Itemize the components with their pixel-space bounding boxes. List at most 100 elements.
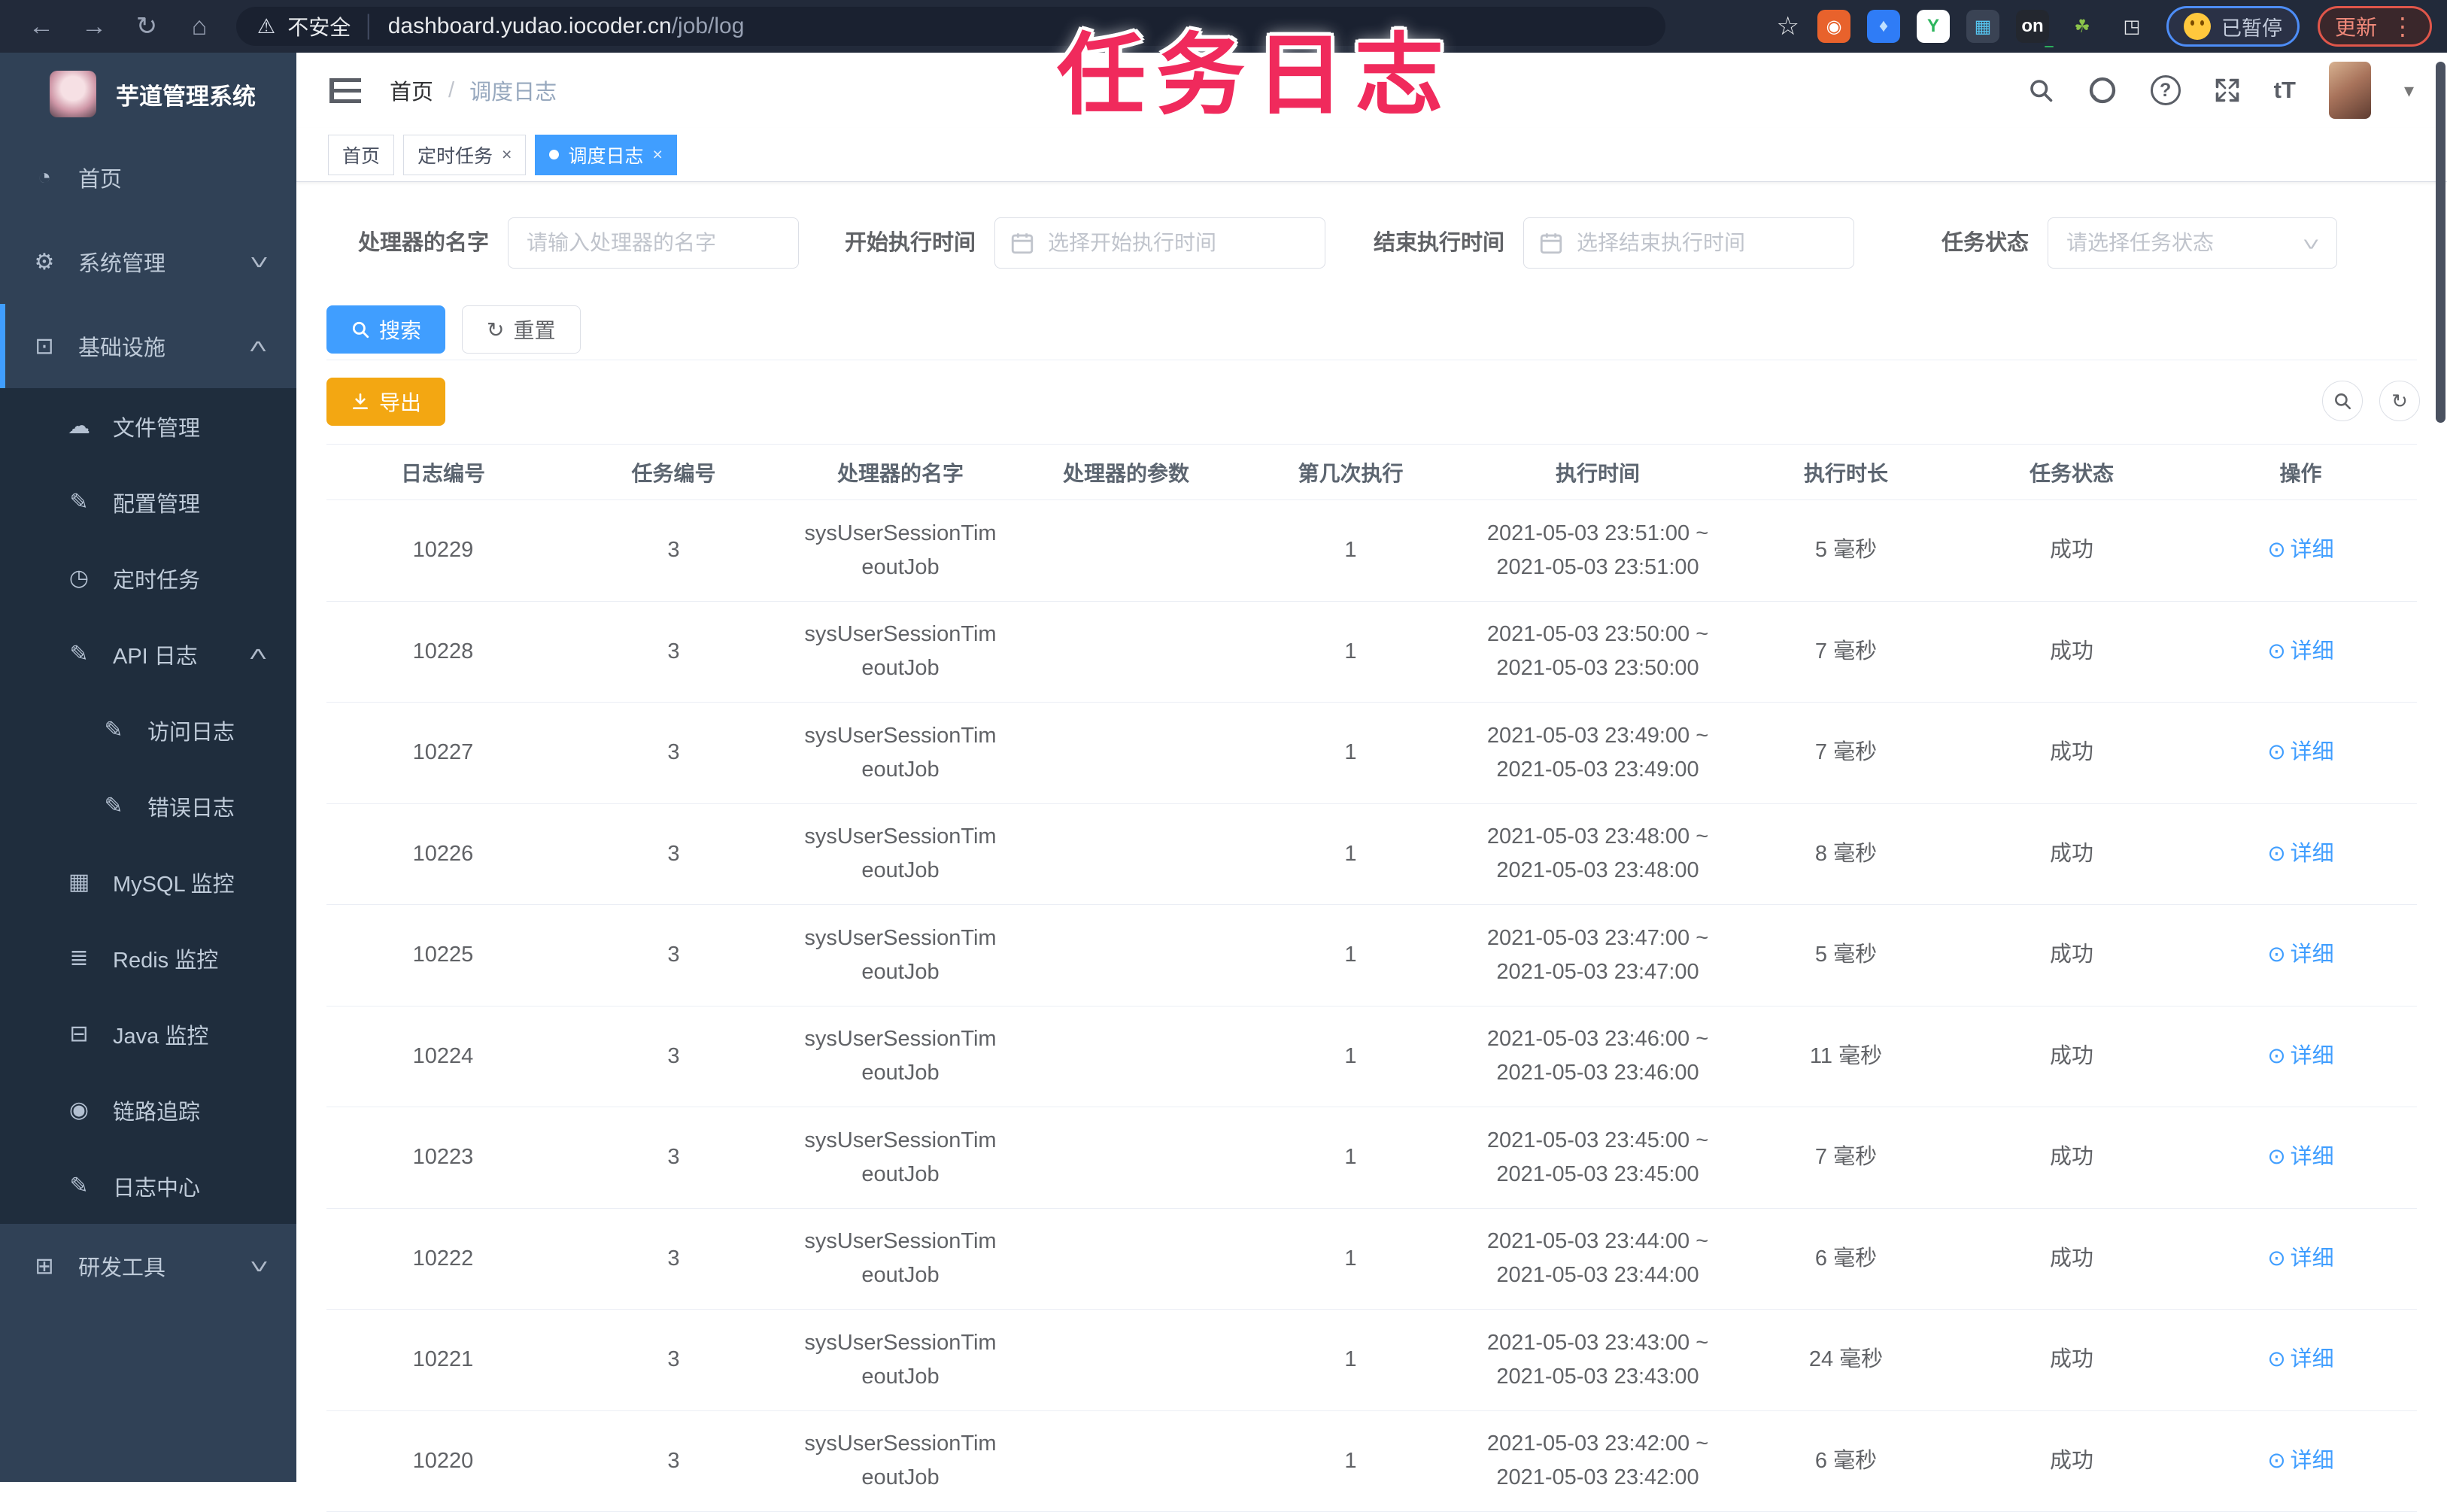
detail-link[interactable]: ⊙详细 — [2267, 1140, 2333, 1174]
duration-cell: 5 毫秒 — [1733, 938, 1959, 972]
avatar-caret-icon[interactable]: ▾ — [2404, 79, 2414, 102]
grid-extension-icon[interactable]: ▦ — [1966, 10, 1999, 43]
log-id-cell: 10226 — [326, 837, 560, 871]
sidebar-item-redis[interactable]: ≣ Redis 监控 — [0, 920, 296, 996]
actions-cell: ⊙详细 — [2184, 635, 2417, 669]
paused-extension-badge[interactable]: 已暂停 — [2166, 6, 2300, 47]
browser-forward-icon[interactable]: → — [68, 12, 120, 41]
refresh-tool-button[interactable]: ↻ — [2379, 381, 2420, 421]
detail-link[interactable]: ⊙详细 — [2267, 1242, 2333, 1276]
page-scrollbar-thumb[interactable] — [2436, 62, 2445, 423]
browser-home-icon[interactable]: ⌂ — [173, 12, 226, 41]
search-button[interactable]: 搜索 — [326, 305, 445, 354]
tab-close-icon[interactable]: × — [502, 144, 512, 165]
tab-job[interactable]: 定时任务× — [403, 135, 526, 175]
detail-link[interactable]: ⊙详细 — [2267, 1040, 2333, 1073]
redis-monitor-icon: ≣ — [65, 945, 93, 971]
status-cell: 成功 — [1959, 1040, 2184, 1073]
end-time-label: 结束执行时间 — [1374, 217, 1504, 269]
sidebar-item-label: Redis 监控 — [113, 943, 218, 974]
detail-link-label: 详细 — [2291, 533, 2334, 567]
execute-time-cell: 2021-05-03 23:49:00 ~2021-05-03 23:49:00 — [1462, 719, 1733, 787]
help-icon[interactable]: ? — [2151, 75, 2181, 105]
detail-link[interactable]: ⊙详细 — [2267, 938, 2333, 972]
sidebar-item-mysql[interactable]: ▦MySQL 监控 — [0, 844, 296, 920]
detail-link[interactable]: ⊙详细 — [2267, 635, 2333, 669]
log-id-cell: 10228 — [326, 635, 560, 669]
handler-name-cell: sysUserSessionTimeoutJob — [788, 1225, 1013, 1292]
log-id-cell: 10223 — [326, 1140, 560, 1174]
sidebar-item-file[interactable]: ☁文件管理 — [0, 388, 296, 464]
hamburger-icon[interactable] — [329, 78, 361, 103]
job-id-cell: 3 — [560, 938, 788, 972]
tab-job-log[interactable]: 调度日志× — [535, 135, 676, 175]
font-size-icon[interactable]: tT — [2274, 77, 2296, 104]
search-icon[interactable] — [2027, 77, 2054, 104]
lamp-extension-icon[interactable]: ♦ — [1867, 10, 1900, 43]
end-time-input[interactable] — [1523, 217, 1854, 269]
handler-name-input[interactable] — [508, 217, 799, 269]
shield-extension-icon[interactable]: ◉ — [1817, 10, 1850, 43]
export-button[interactable]: 导出 — [326, 378, 445, 426]
sidebar-item-label: 配置管理 — [113, 487, 200, 518]
bookmark-star-icon[interactable]: ☆ — [1777, 11, 1799, 41]
sidebar-item-dev-tools[interactable]: ⊞研发工具> — [0, 1224, 296, 1308]
browser-reload-icon[interactable]: ↻ — [120, 11, 173, 41]
detail-link[interactable]: ⊙详细 — [2267, 533, 2333, 567]
tab-home[interactable]: 首页 — [328, 135, 394, 175]
detail-link[interactable]: ⊙详细 — [2267, 1343, 2333, 1377]
on-switch-extension-icon[interactable]: on — [2016, 10, 2049, 43]
sidebar-item-job[interactable]: ◷定时任务 — [0, 540, 296, 616]
browser-update-button[interactable]: 更新 ⋮ — [2318, 6, 2432, 47]
sidebar-logo-row[interactable]: 芋道管理系统 — [0, 53, 296, 135]
filter-form: 处理器的名字 开始执行时间 结束执行时间 任务状态 > — [326, 217, 2417, 269]
detail-link[interactable]: ⊙详细 — [2267, 1444, 2333, 1478]
sidebar-item-error-log[interactable]: ✎错误日志 — [0, 768, 296, 844]
fullscreen-icon[interactable] — [2214, 77, 2241, 104]
chevron-down-icon: > — [241, 1260, 277, 1272]
sidebar-item-access-log[interactable]: ✎访问日志 — [0, 692, 296, 768]
calendar-icon — [1538, 230, 1564, 256]
detail-link[interactable]: ⊙详细 — [2267, 837, 2333, 871]
breadcrumb-home[interactable]: 首页 — [390, 74, 433, 106]
sidebar-item-trace[interactable]: ◉链路追踪 — [0, 1072, 296, 1148]
sidebar-item-system[interactable]: ⚙系统管理> — [0, 220, 296, 304]
insecure-warning-icon[interactable]: ⚠ — [257, 15, 275, 38]
user-avatar[interactable] — [2329, 62, 2371, 119]
sidebar-item-java[interactable]: ⊟Java 监控 — [0, 996, 296, 1072]
execute-time-cell: 2021-05-03 23:47:00 ~2021-05-03 23:47:00 — [1462, 921, 1733, 989]
job-id-cell: 3 — [560, 1444, 788, 1478]
begin-time-input[interactable] — [994, 217, 1325, 269]
toggle-search-tool-button[interactable] — [2322, 381, 2363, 421]
sidebar-item-infra[interactable]: ⊡基础设施> — [0, 304, 296, 388]
eye-icon: ⊙ — [2267, 938, 2285, 972]
execute-time-cell: 2021-05-03 23:43:00 ~2021-05-03 23:43:00 — [1462, 1326, 1733, 1394]
sidebar-item-label: 首页 — [78, 162, 122, 193]
annotation-task-log: 任务日志 — [1057, 3, 1454, 132]
github-icon[interactable] — [2087, 75, 2118, 105]
browser-back-icon[interactable]: ← — [15, 12, 68, 41]
duration-cell: 7 毫秒 — [1733, 635, 1959, 669]
leaf-extension-icon[interactable]: ☘ — [2066, 10, 2099, 43]
column-header-handler-name: 处理器的名字 — [788, 457, 1013, 487]
execute-index-cell: 1 — [1239, 837, 1462, 871]
sidebar-item-home[interactable]: ◔首页 — [0, 135, 296, 220]
tab-close-icon[interactable]: × — [652, 144, 662, 165]
detail-link[interactable]: ⊙详细 — [2267, 736, 2333, 770]
sidebar-item-log-center[interactable]: ✎日志中心 — [0, 1148, 296, 1224]
refresh-icon: ↻ — [487, 317, 504, 342]
chevron-down-icon: > — [2294, 238, 2327, 250]
sidebar-item-config[interactable]: ✎配置管理 — [0, 464, 296, 540]
eye-icon: ◉ — [65, 1097, 93, 1123]
execute-index-cell: 1 — [1239, 533, 1462, 567]
puzzle-extension-icon[interactable]: ◳ — [2115, 10, 2148, 43]
green-y-extension-icon[interactable]: Y — [1917, 10, 1950, 43]
sidebar-item-api-log[interactable]: ✎API 日志> — [0, 616, 296, 692]
detail-link-label: 详细 — [2291, 1343, 2334, 1377]
reset-button[interactable]: ↻ 重置 — [462, 305, 580, 354]
kebab-menu-icon[interactable]: ⋮ — [2391, 12, 2415, 41]
execute-index-cell: 1 — [1239, 1140, 1462, 1174]
chevron-up-icon: > — [241, 340, 277, 352]
mysql-monitor-icon: ▦ — [65, 869, 93, 895]
execute-time-cell: 2021-05-03 23:44:00 ~2021-05-03 23:44:00 — [1462, 1225, 1733, 1292]
